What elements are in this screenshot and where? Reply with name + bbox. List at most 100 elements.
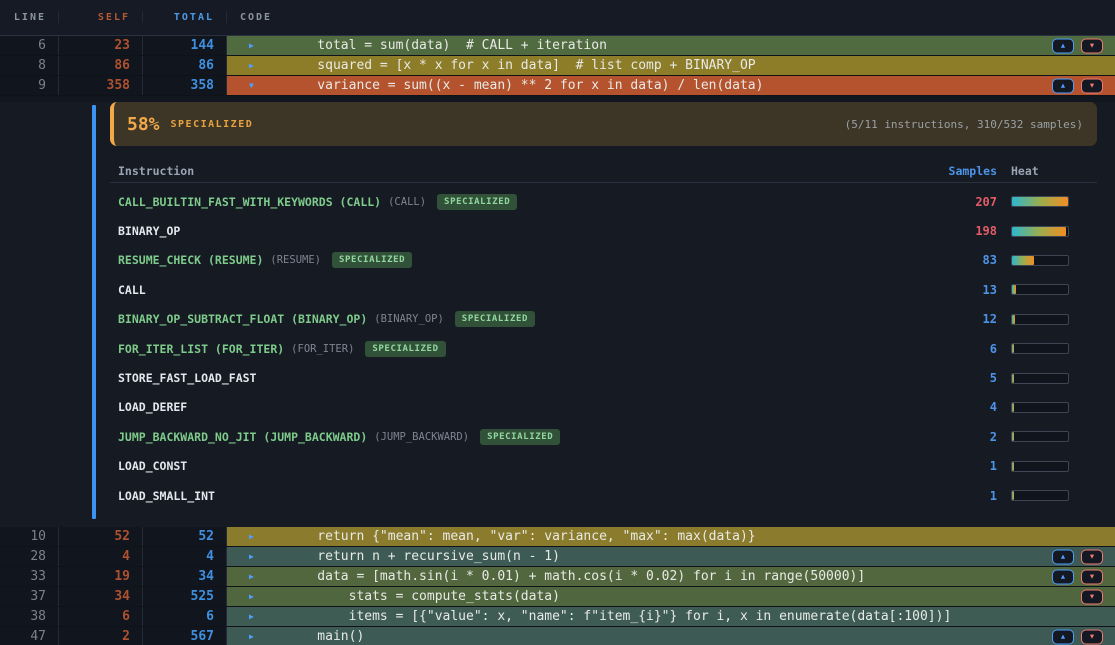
jump-up-button[interactable]: ▲ [1052, 549, 1074, 564]
expand-icon[interactable]: ▶ [249, 593, 259, 601]
heat-bar-fill [1012, 227, 1066, 236]
total-samples: 144 [143, 36, 227, 55]
total-samples: 4 [143, 547, 227, 566]
expand-icon[interactable]: ▶ [249, 42, 259, 50]
base-opcode: (BINARY_OP) [374, 313, 444, 325]
heat-bar-fill [1012, 197, 1068, 206]
sample-count: 83 [927, 253, 997, 267]
jump-down-button[interactable]: ▼ [1081, 629, 1103, 644]
code-line[interactable]: ▶ main()▲▼ [227, 627, 1115, 645]
code-line[interactable]: ▶ items = [{"value": x, "name": f"item_{… [227, 607, 1115, 626]
jump-up-button[interactable]: ▲ [1052, 38, 1074, 53]
jump-down-button[interactable]: ▼ [1081, 78, 1103, 93]
code-text: total = sum(data) # CALL + iteration [286, 38, 607, 53]
specialized-label: SPECIALIZED [171, 119, 254, 130]
panel-accent-bar [92, 105, 96, 519]
jump-down-button[interactable]: ▼ [1081, 38, 1103, 53]
specialized-percent: 58% [127, 114, 160, 135]
line-number: 10 [0, 527, 59, 546]
code-text: squared = [x * x for x in data] # list c… [286, 58, 756, 73]
code-text: return {"mean": mean, "var": variance, "… [286, 529, 756, 544]
instruction-row: LOAD_SMALL_INT1 [110, 481, 1097, 510]
code-row: 331934▶ data = [math.sin(i * 0.01) + mat… [0, 567, 1115, 587]
line-number: 37 [0, 587, 59, 606]
instruction-row: BINARY_OP_SUBTRACT_FLOAT (BINARY_OP)(BIN… [110, 305, 1097, 334]
instruction-row: RESUME_CHECK (RESUME)(RESUME)SPECIALIZED… [110, 246, 1097, 275]
code-row: 472567▶ main()▲▼ [0, 627, 1115, 645]
heat-bar-fill [1012, 403, 1014, 412]
code-row: 3734525▶ stats = compute_stats(data)▼ [0, 587, 1115, 607]
line-detail-panel: 58% SPECIALIZED (5/11 instructions, 310/… [0, 102, 1115, 527]
code-row: 2844▶ return n + recursive_sum(n - 1)▲▼ [0, 547, 1115, 567]
heat-bar-track [1011, 373, 1069, 384]
code-text: items = [{"value": x, "name": f"item_{i}… [286, 609, 951, 624]
expand-icon[interactable]: ▶ [249, 573, 259, 581]
heat-bar-track [1011, 402, 1069, 413]
total-samples: 6 [143, 607, 227, 626]
heat-bar-fill [1012, 462, 1014, 471]
row-nav-buttons: ▲▼ [1052, 629, 1103, 644]
heat-bar-cell [1011, 373, 1097, 384]
jump-down-button[interactable]: ▼ [1081, 589, 1103, 604]
code-row: 9358358▼ variance = sum((x - mean) ** 2 … [0, 76, 1115, 96]
col-header-line: LINE [0, 12, 59, 23]
instruction-name-cell: LOAD_DEREF [110, 400, 927, 414]
instruction-row: CALL_BUILTIN_FAST_WITH_KEYWORDS (CALL)(C… [110, 187, 1097, 216]
instruction-name: STORE_FAST_LOAD_FAST [118, 371, 256, 385]
self-samples: 6 [59, 607, 143, 626]
code-line[interactable]: ▶ stats = compute_stats(data) ▼ [227, 587, 1115, 606]
instruction-row: JUMP_BACKWARD_NO_JIT (JUMP_BACKWARD)(JUM… [110, 422, 1097, 451]
row-nav-buttons: ▲▼ [1052, 549, 1103, 564]
code-line[interactable]: ▶ squared = [x * x for x in data] # list… [227, 56, 1115, 75]
code-line[interactable]: ▶ return {"mean": mean, "var": variance,… [227, 527, 1115, 546]
code-text: stats = compute_stats(data) [286, 589, 560, 604]
code-line[interactable]: ▶ return n + recursive_sum(n - 1)▲▼ [227, 547, 1115, 566]
jump-down-button[interactable]: ▼ [1081, 549, 1103, 564]
code-row: 105252▶ return {"mean": mean, "var": var… [0, 527, 1115, 547]
heat-bar-fill [1012, 491, 1014, 500]
expand-icon[interactable]: ▶ [249, 553, 259, 561]
code-line[interactable]: ▼ variance = sum((x - mean) ** 2 for x i… [227, 76, 1115, 95]
instruction-name-cell: CALL [110, 283, 927, 297]
self-samples: 23 [59, 36, 143, 55]
specialized-badge: SPECIALIZED [365, 341, 445, 357]
instruction-name-cell: JUMP_BACKWARD_NO_JIT (JUMP_BACKWARD)(JUM… [110, 429, 927, 445]
jump-down-button[interactable]: ▼ [1081, 569, 1103, 584]
base-opcode: (FOR_ITER) [291, 343, 354, 355]
instruction-name: CALL [118, 283, 146, 297]
banner-details: (5/11 instructions, 310/532 samples) [845, 118, 1083, 131]
code-text: data = [math.sin(i * 0.01) + math.cos(i … [286, 569, 865, 584]
base-opcode: (RESUME) [270, 254, 321, 266]
specialization-banner: 58% SPECIALIZED (5/11 instructions, 310/… [110, 102, 1097, 146]
instruction-name: LOAD_SMALL_INT [118, 489, 215, 503]
heat-bar-fill [1012, 285, 1016, 294]
total-samples: 567 [143, 627, 227, 645]
jump-up-button[interactable]: ▲ [1052, 78, 1074, 93]
heat-bar-cell [1011, 284, 1097, 295]
code-line[interactable]: ▶ total = sum(data) # CALL + iteration ▲ ▼ [227, 36, 1115, 55]
expand-icon[interactable]: ▶ [249, 62, 259, 70]
self-samples: 19 [59, 567, 143, 586]
instruction-row: FOR_ITER_LIST (FOR_ITER)(FOR_ITER)SPECIA… [110, 334, 1097, 363]
jump-up-button[interactable]: ▲ [1052, 569, 1074, 584]
heat-bar-track [1011, 255, 1069, 266]
instruction-row: LOAD_CONST1 [110, 452, 1097, 481]
col-header-heat: Heat [1011, 164, 1097, 178]
self-samples: 358 [59, 76, 143, 95]
sample-count: 6 [927, 342, 997, 356]
line-number: 38 [0, 607, 59, 626]
code-row: 3866▶ items = [{"value": x, "name": f"it… [0, 607, 1115, 627]
code-line[interactable]: ▶ data = [math.sin(i * 0.01) + math.cos(… [227, 567, 1115, 586]
instruction-row: BINARY_OP198 [110, 216, 1097, 245]
collapse-icon[interactable]: ▼ [249, 82, 259, 90]
expand-icon[interactable]: ▶ [249, 533, 259, 541]
instruction-table-header: Instruction Samples Heat [110, 159, 1097, 183]
instruction-name-cell: BINARY_OP_SUBTRACT_FLOAT (BINARY_OP)(BIN… [110, 311, 927, 327]
instruction-row: STORE_FAST_LOAD_FAST5 [110, 363, 1097, 392]
self-samples: 4 [59, 547, 143, 566]
expand-icon[interactable]: ▶ [249, 613, 259, 621]
heat-bar-cell [1011, 196, 1097, 207]
instruction-name: JUMP_BACKWARD_NO_JIT (JUMP_BACKWARD) [118, 430, 367, 444]
jump-up-button[interactable]: ▲ [1052, 629, 1074, 644]
expand-icon[interactable]: ▶ [249, 633, 259, 641]
